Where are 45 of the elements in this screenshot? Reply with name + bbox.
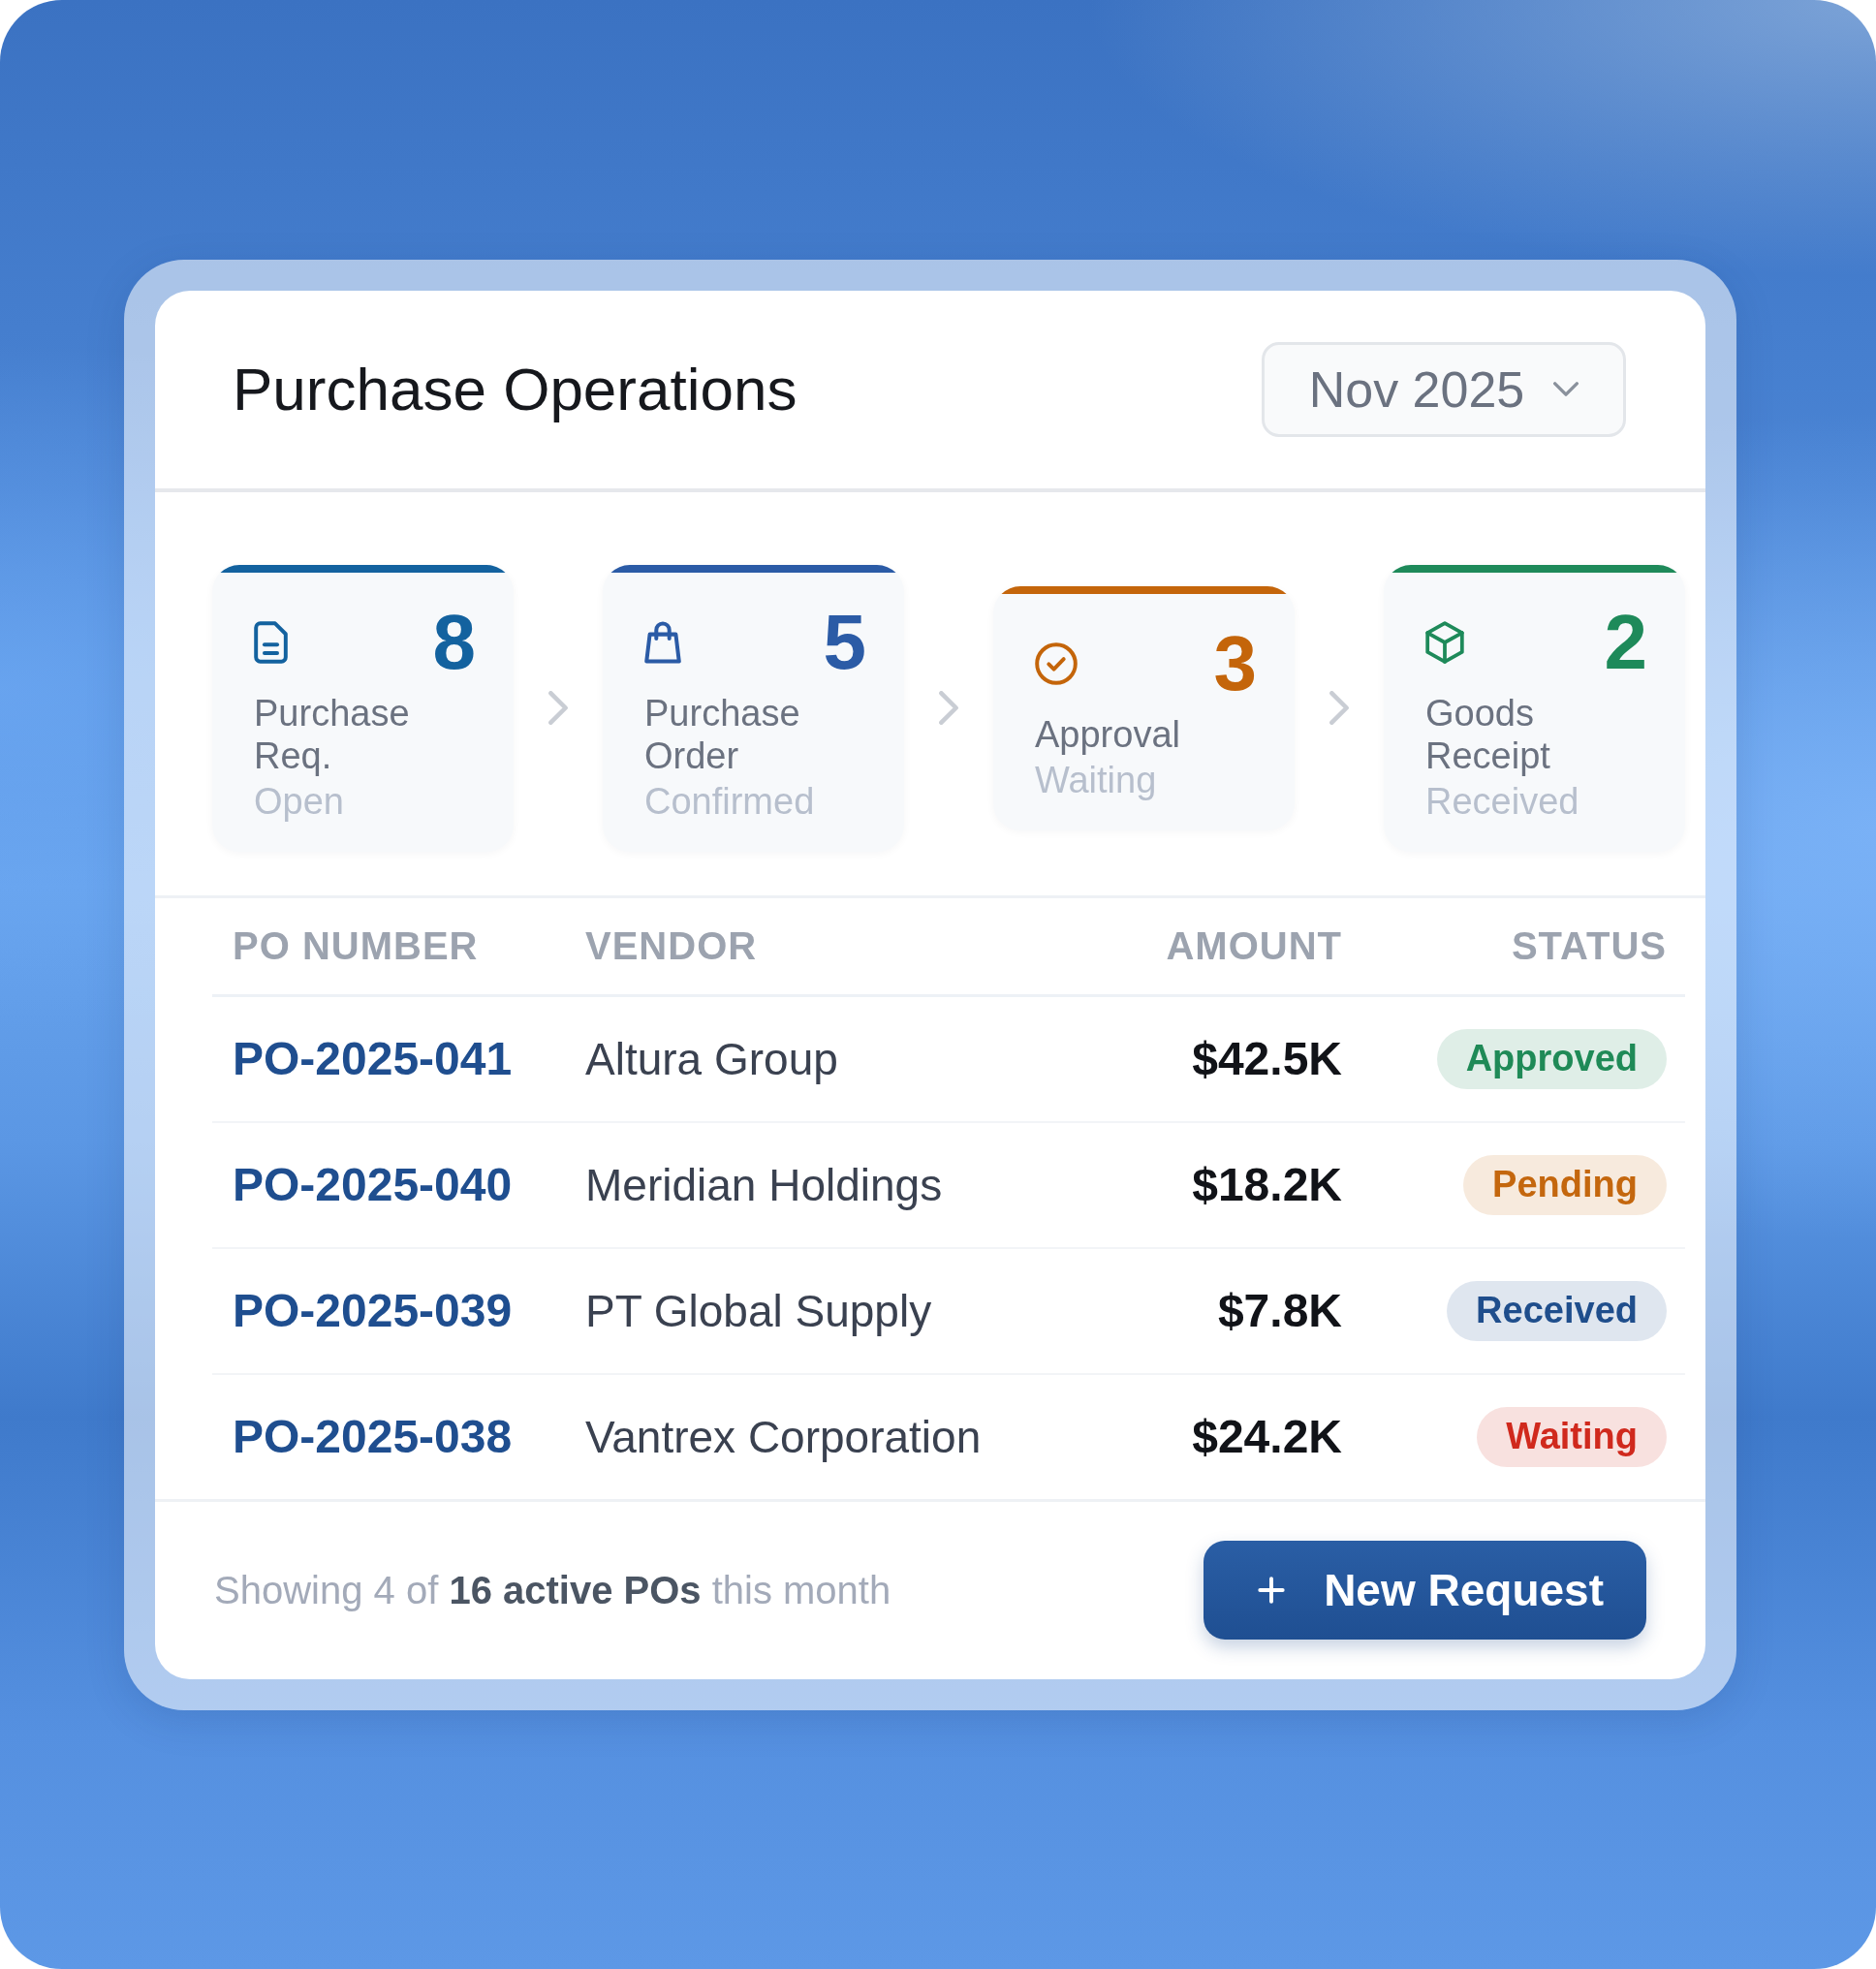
- status-badge: Pending: [1463, 1154, 1667, 1215]
- stage-label: Goods Receipt: [1425, 691, 1551, 777]
- column-header: AMOUNT: [1166, 923, 1342, 968]
- amount-value: $18.2K: [1192, 1159, 1342, 1210]
- amount-value: $24.2K: [1192, 1411, 1342, 1462]
- stage-label: Approval: [1035, 712, 1181, 756]
- stage-status: Open: [254, 779, 345, 824]
- stage-status: Confirmed: [644, 779, 816, 824]
- vendor-name: Meridian Holdings: [585, 1159, 943, 1210]
- amount-value: $7.8K: [1217, 1285, 1342, 1336]
- column-header: PO NUMBER: [233, 923, 480, 968]
- stage-label: Purchase Req.: [254, 691, 411, 777]
- document-icon: [254, 620, 288, 664]
- shopping-bag-icon: [644, 620, 681, 664]
- stage-status: Received: [1425, 779, 1580, 824]
- new-request-button[interactable]: New Request: [1204, 1541, 1646, 1640]
- check-circle-icon: [1035, 641, 1078, 685]
- month-dropdown[interactable]: Nov 2025: [1262, 341, 1626, 437]
- vendor-name: PT Global Supply: [585, 1285, 932, 1336]
- column-header: VENDOR: [585, 923, 759, 968]
- status-badge: Approved: [1436, 1028, 1667, 1089]
- stage-status: Waiting: [1035, 758, 1158, 802]
- stage-label: Purchase Order: [644, 691, 801, 777]
- chevron-down-icon: [1553, 382, 1579, 396]
- chevron-right-icon: [1329, 691, 1349, 725]
- po-number-link[interactable]: PO-2025-040: [233, 1159, 513, 1210]
- stage-count: 3: [1213, 624, 1257, 703]
- summary-text: Showing 4 of 16 active POs this month: [214, 1568, 891, 1612]
- chevron-right-icon: [548, 691, 568, 725]
- chevron-right-icon: [939, 691, 958, 725]
- vendor-name: Altura Group: [585, 1033, 838, 1084]
- page-title: Purchase Operations: [233, 355, 797, 423]
- po-number-link[interactable]: PO-2025-041: [233, 1033, 513, 1084]
- stage-count: 8: [432, 603, 476, 681]
- amount-value: $42.5K: [1192, 1033, 1342, 1084]
- vendor-name: Vantrex Corporation: [585, 1411, 982, 1462]
- stage-count: 5: [823, 603, 866, 681]
- status-badge: Received: [1447, 1280, 1667, 1341]
- cube-icon: [1425, 620, 1464, 664]
- status-badge: Waiting: [1477, 1406, 1667, 1467]
- po-number-link[interactable]: PO-2025-039: [233, 1285, 513, 1336]
- po-number-link[interactable]: PO-2025-038: [233, 1411, 513, 1462]
- stage-count: 2: [1604, 603, 1647, 681]
- column-header: STATUS: [1511, 923, 1667, 968]
- plus-icon: [1258, 1577, 1286, 1604]
